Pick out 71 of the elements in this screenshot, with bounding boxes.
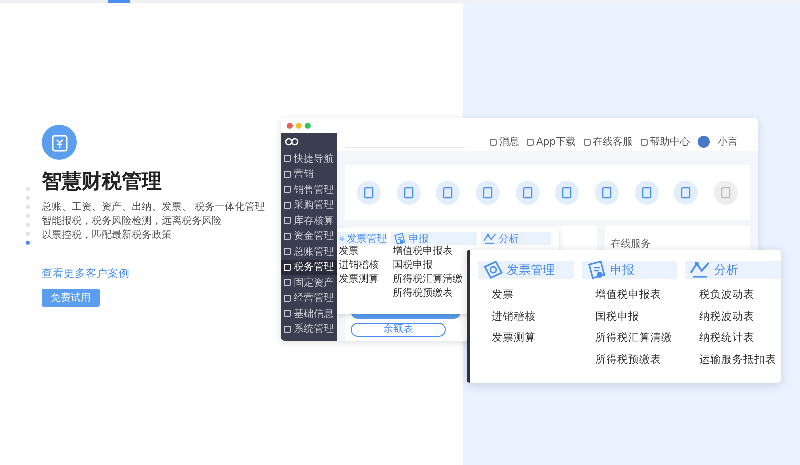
menu-item[interactable]: 纳税波动表 (685, 306, 781, 328)
menu-item[interactable]: 发票测算 (478, 328, 574, 350)
menu-item[interactable]: 税负波动表 (685, 285, 781, 306)
menu-item[interactable]: 发票 (478, 285, 574, 306)
maximize-icon[interactable] (305, 122, 311, 128)
slide-dot[interactable] (26, 214, 30, 218)
shortcut-icon[interactable] (634, 180, 659, 204)
panel-title: 在线服务 (611, 239, 651, 250)
feature-text: 智能报税，税务风险检测，远离税务风险 (42, 215, 223, 229)
sidebar-item[interactable]: 采购管理 (281, 198, 337, 213)
menu-header: 申报 (391, 232, 477, 245)
sidebar-item[interactable]: 资金管理 (281, 228, 337, 244)
menu-header: 发票管理 (337, 232, 387, 245)
section-title: 智慧财税管理 (42, 168, 162, 195)
sidebar-item[interactable]: 经营管理 (281, 290, 337, 306)
sidebar-item[interactable]: 销售管理 (281, 182, 337, 198)
menu-item[interactable]: 进销稽核 (478, 306, 574, 328)
menu-icon (483, 232, 497, 246)
sidebar-item[interactable]: 固定资产 (281, 275, 337, 290)
tab-indicator (108, 0, 130, 3)
minimize-icon[interactable] (296, 122, 302, 128)
feature-text: 以票控税，匹配最新税务政策 (42, 229, 173, 243)
shortcut-icon[interactable] (674, 180, 698, 204)
header-link[interactable]: 帮助中心 (641, 135, 690, 149)
slide-dot[interactable] (26, 232, 30, 236)
slide-dot[interactable] (26, 223, 30, 227)
menu-item[interactable]: 运输服务抵扣表 (685, 350, 781, 371)
sidebar-item[interactable]: 营销 (281, 166, 337, 182)
menu-icon (689, 259, 712, 281)
sidebar-item[interactable]: 总账管理 (281, 244, 337, 260)
slide-dot[interactable] (26, 187, 30, 191)
menu-item[interactable]: 发票测算 (337, 273, 387, 287)
shortcut-icon[interactable] (476, 180, 500, 204)
close-icon[interactable] (287, 122, 293, 128)
menu-item[interactable]: 所得税预缴表 (582, 350, 678, 371)
menu-item[interactable]: 纳税统计表 (685, 328, 781, 350)
sidebar-item[interactable]: 库存核算 (281, 213, 337, 228)
header-link[interactable]: 在线客服 (584, 135, 633, 149)
invoice-icon (42, 125, 77, 160)
menu-header: 分析 (685, 261, 781, 279)
menu-header: 发票管理 (478, 261, 574, 279)
header-link[interactable]: 消息 (490, 135, 520, 149)
owl-icon (285, 137, 299, 147)
menu-item[interactable]: 进销稽核 (337, 259, 387, 273)
sidebar-item[interactable]: 系统管理 (281, 322, 337, 337)
shortcut-icon[interactable] (396, 180, 421, 204)
menu-item[interactable]: 国税申报 (582, 306, 678, 328)
header-link[interactable]: App下载 (527, 135, 576, 149)
menu-header: 分析 (481, 232, 551, 245)
user-name[interactable]: 小言 (718, 135, 738, 149)
shortcut-icon[interactable] (356, 180, 381, 204)
shortcut-icon[interactable] (594, 180, 619, 204)
avatar-icon[interactable] (698, 136, 710, 148)
shortcut-icon[interactable] (516, 180, 540, 204)
slide-dot[interactable] (26, 205, 30, 209)
menu-header: 申报 (582, 261, 678, 279)
sidebar-item[interactable]: 快捷导航 (281, 151, 337, 166)
menu-icon (482, 259, 504, 281)
slide-dot[interactable] (26, 241, 30, 245)
menu-item[interactable]: 所得税汇算清缴 (582, 328, 678, 350)
menu-item[interactable]: 发票 (337, 245, 387, 259)
sidebar-item[interactable]: 税务管理 (281, 260, 337, 275)
slide-dot[interactable] (26, 196, 30, 200)
settings-icon[interactable] (714, 180, 738, 204)
shortcut-icon[interactable] (436, 180, 460, 204)
sidebar-item[interactable]: 基础信息 (281, 306, 337, 322)
menu-item[interactable]: 增值税申报表 (582, 285, 678, 306)
menu-icon (393, 232, 407, 246)
menu-icon (586, 259, 608, 281)
feature-text: 总账、工资、资产、出纳、发票、 税务一体化管理 (42, 201, 266, 215)
shortcut-icon[interactable] (555, 180, 580, 204)
